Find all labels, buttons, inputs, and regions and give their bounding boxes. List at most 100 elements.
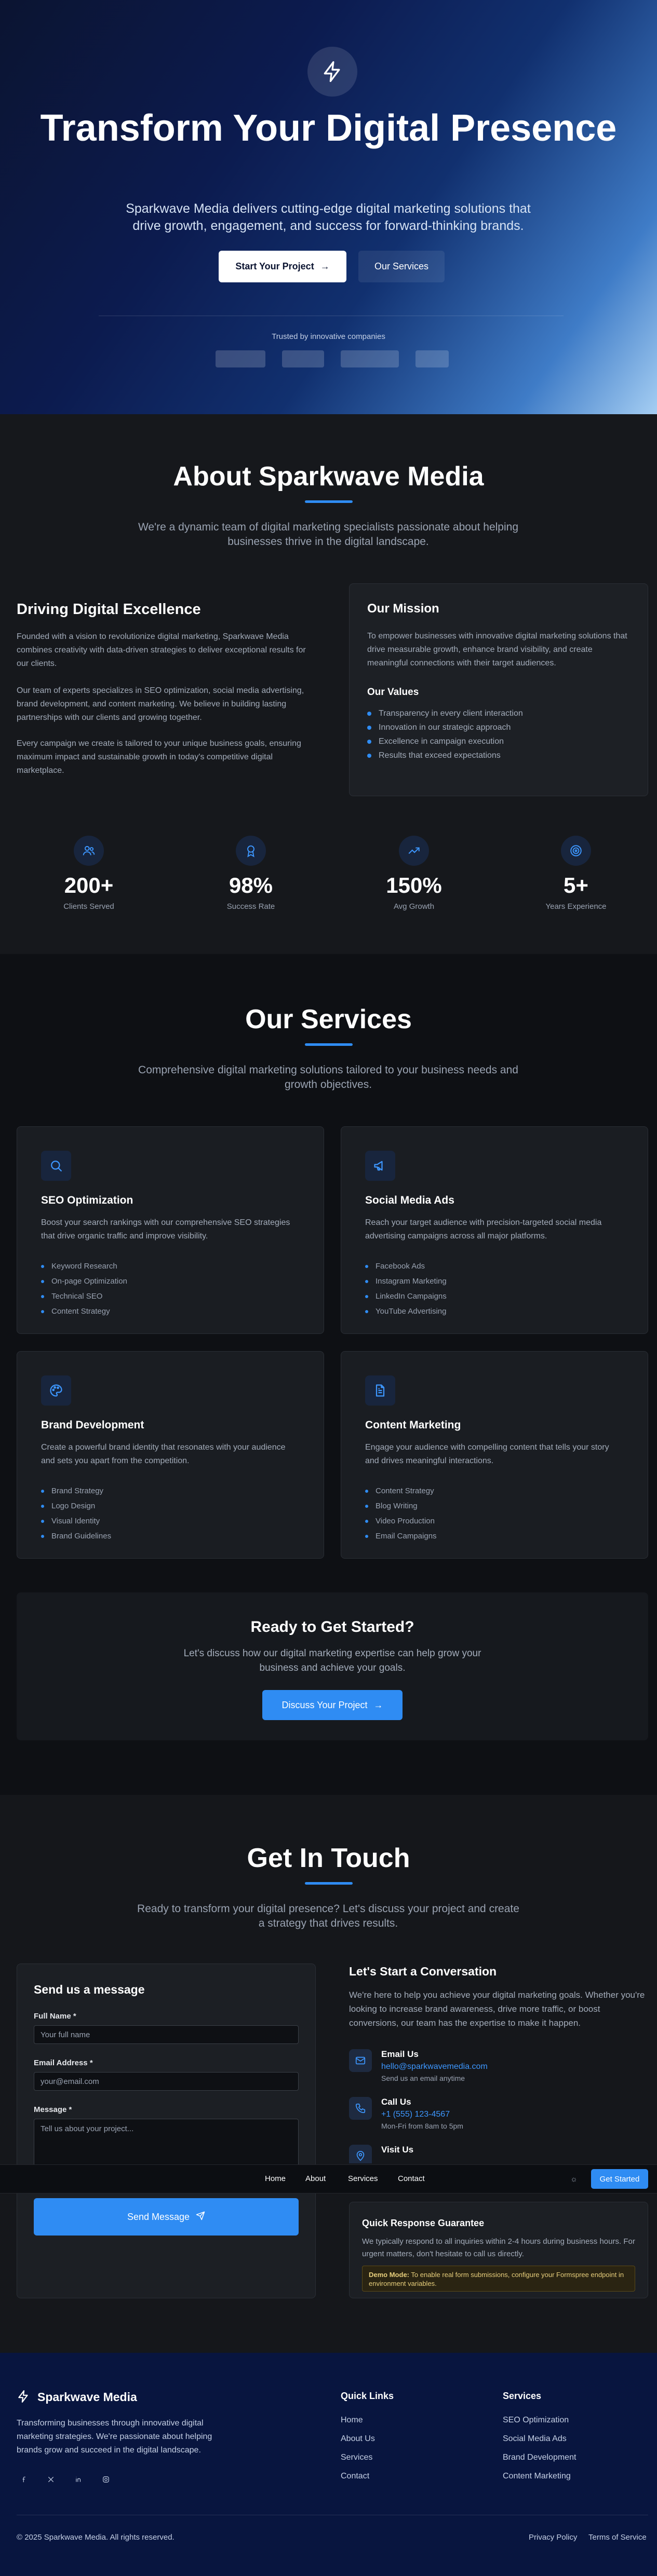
nav-link-contact[interactable]: Contact: [398, 2174, 425, 2183]
stat-clients: 200+ Clients Served: [24, 836, 154, 911]
email-label: Email Address *: [34, 2059, 93, 2067]
name-label: Full Name *: [34, 2012, 76, 2021]
visit-title: Visit Us: [381, 2145, 414, 2155]
services-subtitle: Comprehensive digital marketing solution…: [138, 1064, 518, 1091]
feature-text: Video Production: [376, 1517, 435, 1525]
footer-link-social-ads[interactable]: Social Media Ads: [503, 2434, 567, 2444]
feature-text: Logo Design: [51, 1502, 96, 1510]
bullet-dot: [365, 1310, 368, 1313]
footer-link-contact[interactable]: Contact: [341, 2472, 369, 2481]
mission-text: To empower businesses with innovative di…: [367, 632, 627, 667]
privacy-link[interactable]: Privacy Policy: [529, 2533, 577, 2542]
cta-title: Ready to Get Started?: [250, 1618, 414, 1635]
bullet-dot: [41, 1310, 44, 1313]
footer-logo-icon: [17, 2390, 30, 2406]
list-item: On-page Optimization: [41, 1274, 127, 1289]
list-item: Technical SEO: [41, 1289, 127, 1304]
our-services-button[interactable]: Our Services: [358, 251, 445, 282]
footer-link-brand[interactable]: Brand Development: [503, 2453, 576, 2462]
instagram-icon[interactable]: [98, 2472, 114, 2487]
contact-title: Get In Touch: [247, 1843, 410, 1873]
about-title: About Sparkwave Media: [173, 461, 484, 492]
list-item: Brand Strategy: [41, 1483, 111, 1498]
footer-link-services[interactable]: Services: [341, 2453, 372, 2462]
megaphone-icon: [365, 1151, 395, 1181]
twitter-icon[interactable]: [43, 2472, 59, 2487]
award-icon: [236, 836, 266, 866]
stat-growth: 150% Avg Growth: [349, 836, 479, 911]
value-text: Excellence in campaign execution: [379, 737, 504, 746]
contact-form: Send us a message Full Name * Your full …: [17, 1964, 316, 2298]
list-item: Instagram Marketing: [365, 1274, 447, 1289]
service-description: Reach your target audience with precisio…: [365, 1218, 602, 1241]
about-heading: Driving Digital Excellence: [17, 601, 201, 618]
linkedin-icon[interactable]: [71, 2472, 86, 2487]
terms-link[interactable]: Terms of Service: [588, 2533, 647, 2542]
feature-text: Brand Guidelines: [51, 1532, 112, 1541]
send-message-button[interactable]: Send Message: [34, 2198, 299, 2236]
about-paragraph: Our team of experts specializes in SEO o…: [17, 686, 304, 722]
mail-icon: [349, 2049, 372, 2072]
name-field[interactable]: Your full name: [34, 2025, 299, 2044]
bullet-dot: [41, 1519, 44, 1523]
theme-toggle-icon[interactable]: ☼: [570, 2175, 578, 2184]
discuss-project-button[interactable]: Discuss Your Project →: [262, 1690, 403, 1720]
bullet-dot: [367, 753, 371, 758]
phone-link[interactable]: +1 (555) 123-4567: [381, 2110, 450, 2119]
arrow-right-icon: →: [373, 1699, 383, 1710]
quick-links-title: Quick Links: [341, 2391, 394, 2401]
arrow-right-icon: →: [320, 261, 330, 271]
call-subtext: Mon-Fri from 8am to 5pm: [381, 2122, 463, 2130]
response-guarantee-card: Quick Response Guarantee We typically re…: [349, 2202, 648, 2298]
value-text: Results that exceed expectations: [379, 751, 501, 760]
feature-text: Visual Identity: [51, 1517, 100, 1525]
sticky-navbar: Home About Services Contact ☼ Get Starte…: [0, 2164, 657, 2193]
bullet-dot: [41, 1489, 44, 1493]
bullet-dot: [367, 711, 371, 716]
footer-link-seo[interactable]: SEO Optimization: [503, 2416, 569, 2425]
footer-link-about[interactable]: About Us: [341, 2434, 375, 2444]
form-title: Send us a message: [34, 1983, 145, 1996]
call-title: Call Us: [381, 2097, 411, 2107]
email-link[interactable]: hello@sparkwavemedia.com: [381, 2062, 488, 2071]
bullet-dot: [41, 1264, 44, 1268]
send-message-label: Send Message: [127, 2211, 190, 2222]
stat-value: 150%: [386, 873, 442, 897]
demo-label: Demo Mode:: [369, 2271, 409, 2279]
list-item: Email Campaigns: [365, 1529, 437, 1544]
list-item: Transparency in every client interaction: [367, 706, 523, 720]
our-services-label: Our Services: [374, 261, 429, 271]
list-item: Excellence in campaign execution: [367, 734, 523, 748]
partner-logo: [341, 350, 399, 367]
users-icon: [74, 836, 104, 866]
email-contact: Email Us hello@sparkwavemedia.com Send u…: [349, 2049, 640, 2086]
document-icon: [365, 1375, 395, 1406]
partner-logo: [415, 350, 449, 367]
nav-link-services[interactable]: Services: [348, 2174, 378, 2183]
title-underline: [305, 1882, 353, 1885]
nav-link-about[interactable]: About: [305, 2174, 326, 2183]
feature-text: Instagram Marketing: [376, 1277, 447, 1286]
mission-title: Our Mission: [367, 602, 439, 616]
demo-mode-notice: Demo Mode: To enable real form submissio…: [362, 2266, 635, 2292]
footer-description: Transforming businesses through innovati…: [17, 2419, 212, 2455]
get-started-button[interactable]: Get Started: [591, 2169, 648, 2189]
title-underline: [305, 1043, 353, 1046]
nav-link-home[interactable]: Home: [265, 2174, 286, 2183]
footer-link-home[interactable]: Home: [341, 2416, 363, 2425]
bullet-dot: [365, 1519, 368, 1523]
service-title: Social Media Ads: [365, 1194, 454, 1206]
bullet-dot: [365, 1504, 368, 1508]
bullet-dot: [41, 1279, 44, 1283]
feature-text: LinkedIn Campaigns: [376, 1292, 447, 1301]
service-title: SEO Optimization: [41, 1194, 133, 1206]
start-project-button[interactable]: Start Your Project →: [219, 251, 346, 282]
feature-text: Facebook Ads: [376, 1262, 425, 1271]
email-field[interactable]: your@email.com: [34, 2072, 299, 2091]
value-text: Transparency in every client interaction: [379, 708, 523, 718]
facebook-icon[interactable]: [17, 2472, 32, 2487]
cta-card: Ready to Get Started? Let's discuss how …: [17, 1592, 648, 1740]
feature-text: On-page Optimization: [51, 1277, 127, 1286]
service-features: Keyword Research On-page Optimization Te…: [41, 1259, 127, 1319]
footer-link-content[interactable]: Content Marketing: [503, 2472, 571, 2481]
